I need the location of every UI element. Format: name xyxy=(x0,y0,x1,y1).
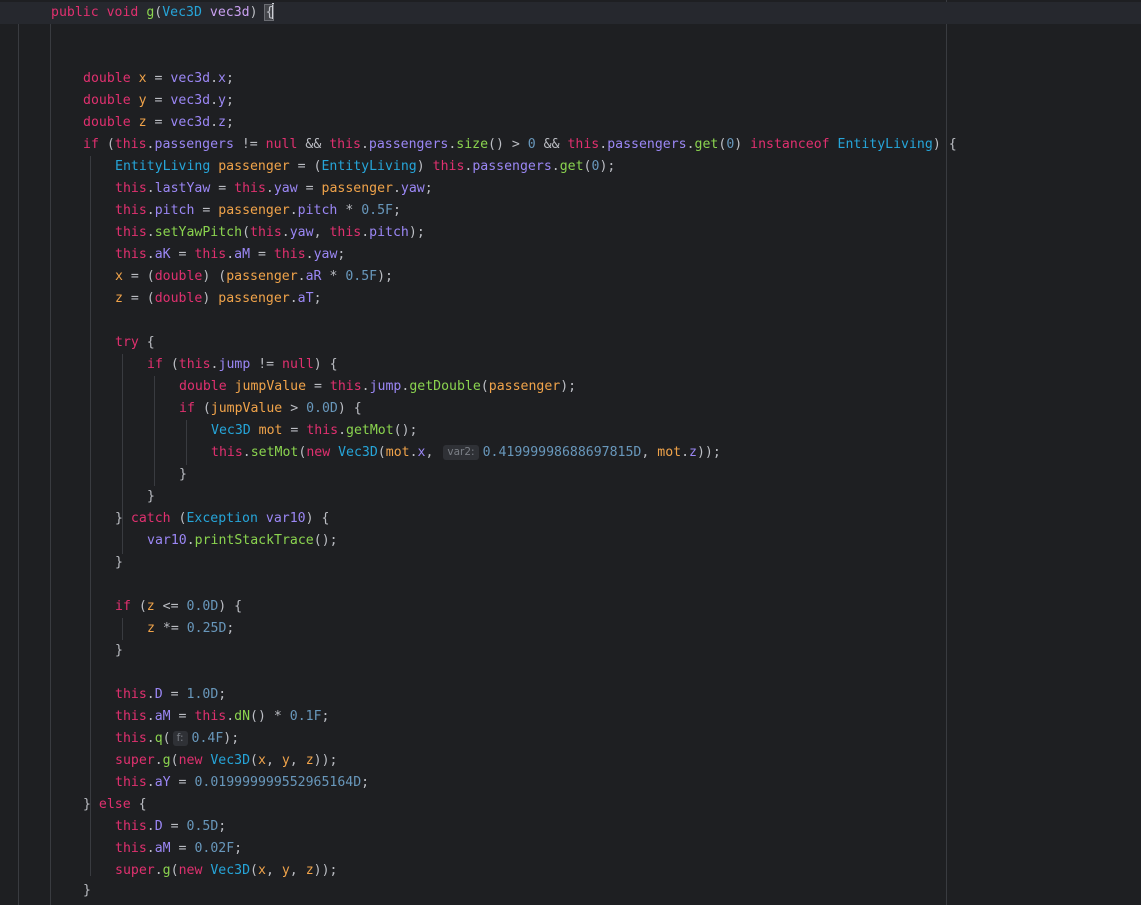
code-line[interactable]: double x = vec3d.x; xyxy=(0,68,1141,90)
parameter: vec3d xyxy=(170,115,211,130)
number-literal: 0.5F xyxy=(361,203,393,218)
code-line[interactable]: super.g(new Vec3D(x, y, z)); xyxy=(0,860,1141,882)
number-literal: 0.5D xyxy=(186,819,219,834)
code-line[interactable]: } xyxy=(0,464,1141,486)
parameter: vec3d xyxy=(170,71,211,86)
number-literal: 0.41999998688697815D xyxy=(482,445,642,460)
punctuation: . xyxy=(210,93,219,108)
field: y xyxy=(218,93,226,108)
number-literal: 0.1F xyxy=(289,709,322,724)
code-line[interactable]: double jumpValue = this.jump.getDouble(p… xyxy=(0,376,1141,398)
variable: z xyxy=(138,115,147,130)
punctuation: . xyxy=(210,115,219,130)
number-literal: 1.0D xyxy=(186,687,219,702)
code-line[interactable]: } xyxy=(0,552,1141,574)
code-editor[interactable]: public void g(Vec3D vec3d) { double x = … xyxy=(0,0,1141,905)
code-line[interactable]: public void g(Vec3D vec3d) { xyxy=(0,2,1141,24)
variable: y xyxy=(138,93,147,108)
code-line[interactable]: } xyxy=(0,640,1141,662)
field: x xyxy=(218,71,226,86)
code-line[interactable]: super.g(new Vec3D(x, y, z)); xyxy=(0,750,1141,772)
code-line[interactable]: this.aM = this.dN() * 0.1F; xyxy=(0,706,1141,728)
punctuation: = xyxy=(146,71,171,86)
parameter-hint: f: xyxy=(172,731,188,746)
code-line[interactable]: this.aK = this.aM = this.yaw; xyxy=(0,244,1141,266)
keyword: double xyxy=(83,71,131,86)
code-line[interactable]: } catch (Exception var10) { xyxy=(0,508,1141,530)
code-line[interactable]: z = (double) passenger.aT; xyxy=(0,288,1141,310)
code-line[interactable]: try { xyxy=(0,332,1141,354)
number-literal: 0.0D xyxy=(306,401,338,416)
code-line[interactable]: this.aY = 0.019999999552965164D; xyxy=(0,772,1141,794)
punctuation: = xyxy=(146,115,171,130)
code-line[interactable]: this.setYawPitch(this.yaw, this.pitch); xyxy=(0,222,1141,244)
code-line[interactable]: this.lastYaw = this.yaw = passenger.yaw; xyxy=(0,178,1141,200)
code-line[interactable]: if (this.jump != null) { xyxy=(0,354,1141,376)
number-literal: 0.02F xyxy=(194,841,235,856)
code-line[interactable]: z *= 0.25D; xyxy=(0,618,1141,640)
field: z xyxy=(218,115,226,130)
punctuation: ; xyxy=(225,115,234,130)
code-line[interactable]: this.D = 1.0D; xyxy=(0,684,1141,706)
code-line[interactable]: Vec3D mot = this.getMot(); xyxy=(0,420,1141,442)
punctuation: = xyxy=(146,93,171,108)
text-caret xyxy=(272,3,275,19)
type-name: Vec3D xyxy=(162,5,202,20)
number-literal: 0.019999999552965164D xyxy=(194,775,362,790)
parameter: vec3d xyxy=(170,93,211,108)
code-line[interactable]: var10.printStackTrace(); xyxy=(0,530,1141,552)
punctuation: . xyxy=(210,71,219,86)
keyword: if xyxy=(83,137,99,152)
keyword: double xyxy=(83,115,131,130)
parameter-hint: var2: xyxy=(443,445,479,460)
number-literal: 0 xyxy=(527,137,536,152)
code-line[interactable]: } else { xyxy=(0,794,1141,816)
punctuation: ) xyxy=(249,5,258,20)
code-line[interactable]: x = (double) (passenger.aR * 0.5F); xyxy=(0,266,1141,288)
code-line[interactable]: } xyxy=(0,486,1141,508)
code-line[interactable]: } xyxy=(0,880,1141,902)
keyword: double xyxy=(83,93,131,108)
punctuation: ; xyxy=(225,93,234,108)
code-line[interactable]: this.aM = 0.02F; xyxy=(0,838,1141,860)
code-line[interactable]: if (jumpValue > 0.0D) { xyxy=(0,398,1141,420)
parameter: vec3d xyxy=(209,5,250,20)
code-line[interactable]: if (this.passengers != null && this.pass… xyxy=(0,134,1141,156)
code-line[interactable]: if (z <= 0.0D) { xyxy=(0,596,1141,618)
code-line[interactable]: double y = vec3d.y; xyxy=(0,90,1141,112)
code-line[interactable]: EntityLiving passenger = (EntityLiving) … xyxy=(0,156,1141,178)
code-line[interactable]: this.pitch = passenger.pitch * 0.5F; xyxy=(0,200,1141,222)
number-literal: 0.4F xyxy=(191,731,224,746)
number-literal: 0.25D xyxy=(186,621,227,636)
keyword: void xyxy=(106,5,139,20)
code-line[interactable]: this.q(f: 0.4F); xyxy=(0,728,1141,750)
code-line[interactable]: this.D = 0.5D; xyxy=(0,816,1141,838)
code-line[interactable]: double z = vec3d.z; xyxy=(0,112,1141,134)
keyword: public xyxy=(51,5,99,20)
code-line[interactable]: this.setMot(new Vec3D(mot.x, var2: 0.4199… xyxy=(0,442,1141,464)
punctuation: ; xyxy=(225,71,234,86)
variable: x xyxy=(138,71,147,86)
